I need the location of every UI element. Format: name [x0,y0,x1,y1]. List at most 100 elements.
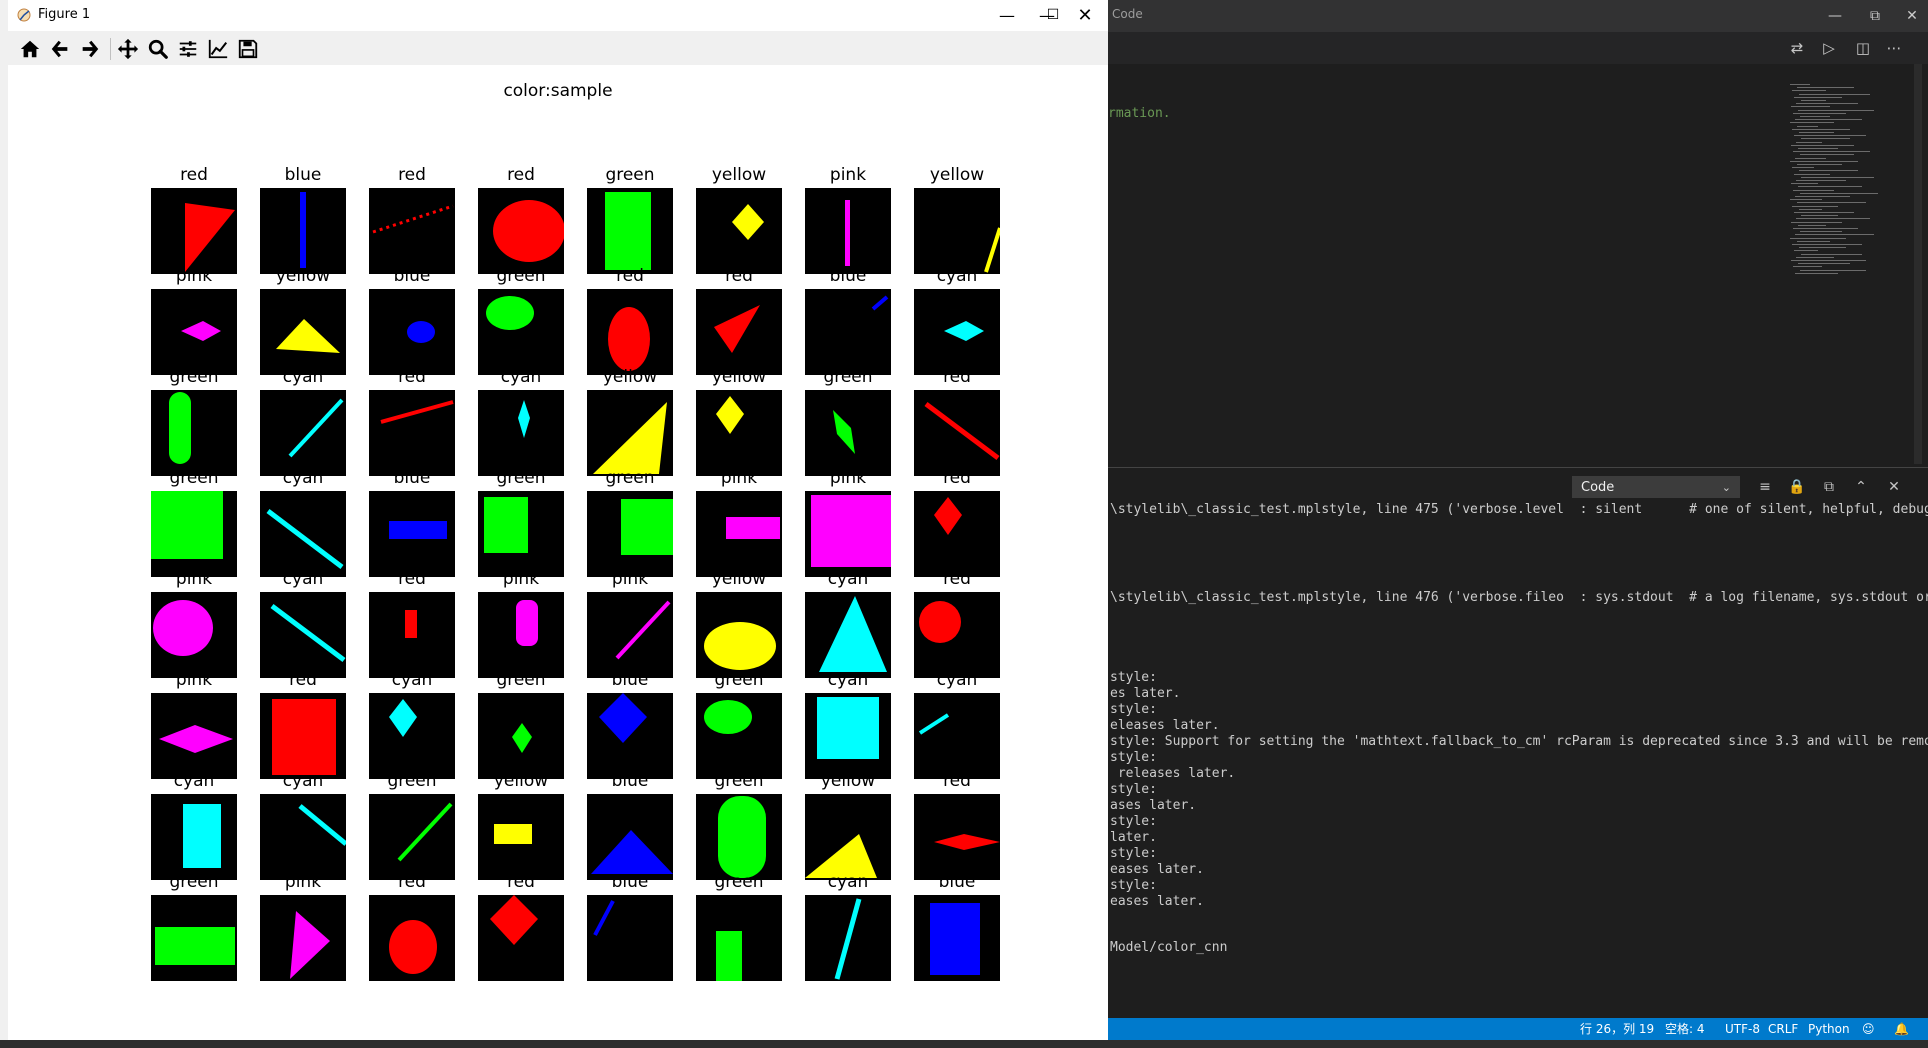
sample-label: red [398,569,426,589]
sample-label: green [823,367,873,387]
sample-label: pink [284,872,322,892]
output-line: Model/color_cnn [1110,940,1228,955]
figure-canvas[interactable]: color:sample red blue red red green yellow pin… [8,65,1108,1040]
sample-label: blue [284,165,322,185]
edit-axes-icon[interactable] [204,36,232,62]
sample-image-diag-long [805,895,891,981]
output-line: style: [1110,782,1157,797]
sample-label: yellow [602,367,658,387]
sample-label: cyan [827,872,869,892]
figure-window-title: Figure 1 [38,7,91,22]
sample-label: green [714,872,764,892]
sample-image-tiny-rect [369,592,455,678]
forward-icon[interactable] [76,36,104,62]
sample-label: blue [611,670,649,690]
status-encoding[interactable]: UTF-8 [1725,1020,1760,1038]
output-line: style: Support for setting the 'mathtext… [1110,734,1928,749]
sample-label: cyan [500,367,542,387]
output-line: style: [1110,670,1157,685]
sample-label: yellow [711,569,767,589]
sample-label: red [289,670,317,690]
home-icon[interactable] [16,36,44,62]
sample-label: pink [175,670,213,690]
status-language[interactable]: Python [1808,1020,1850,1038]
sample-image-diamond-big [478,895,564,981]
sample-image-diamond-small [478,693,564,779]
output-line: eases later. [1110,862,1204,877]
sample-label: pink [502,569,540,589]
save-icon[interactable] [234,36,262,62]
sample-image-diag-line [369,794,455,880]
sample-label: yellow [493,771,549,791]
sample-image-vline-thin [805,188,891,274]
sample-label: cyan [827,569,869,589]
output-line: eases later. [1110,894,1204,909]
sample-image-oval-wide [696,693,782,779]
figure-minimize-icon[interactable]: — [984,0,1030,31]
sample-label: green [169,367,219,387]
sample-label: cyan [827,670,869,690]
sample-label: pink [829,468,867,488]
sample-label: pink [720,468,758,488]
sample-label: red [398,872,426,892]
sample-label: yellow [929,165,985,185]
output-line: \stylelib\_classic_test.mplstyle, line 4… [1110,590,1928,605]
configure-subplots-icon[interactable] [174,36,202,62]
feedback-icon[interactable]: ☺ [1862,1020,1875,1038]
sample-image-triangle-slim [696,289,782,375]
output-line: eleases later. [1110,718,1220,733]
sample-image-triangle-flat [260,289,346,375]
sample-image-small-rect [478,794,564,880]
sample-label: green [496,670,546,690]
sample-label: blue [393,266,431,286]
sample-image-rect-med [478,491,564,577]
sample-label: green [605,165,655,185]
back-icon[interactable] [46,36,74,62]
sample-image-bar-h [369,491,455,577]
status-cursor-position[interactable]: 行 26，列 19 [1580,1020,1654,1038]
sample-image-capsule-big [696,794,782,880]
zoom-icon[interactable] [144,36,172,62]
sample-image-slope-line [369,390,455,476]
sample-label: cyan [282,468,324,488]
notifications-icon[interactable]: 🔔 [1894,1020,1909,1038]
sample-label: cyan [282,771,324,791]
sample-image-square-big [151,491,237,577]
sample-label: blue [611,771,649,791]
output-line: ases later. [1110,798,1197,813]
sample-image-short-line [805,289,891,375]
sample-image-circle-big [151,592,237,678]
sample-label: pink [175,569,213,589]
sample-image-diamond-big [587,693,673,779]
sample-label: green [605,468,655,488]
output-line: later. [1110,830,1157,845]
sample-image-square-right [587,491,673,577]
status-eol[interactable]: CRLF [1768,1020,1798,1038]
taskbar-edge [0,1040,1928,1048]
sample-image-circle-mid [369,895,455,981]
sample-label: yellow [711,367,767,387]
sample-label: red [507,165,535,185]
sample-image-diag-line [587,592,673,678]
sample-image-short-line-left [914,693,1000,779]
sample-image-rect-tall [587,188,673,274]
sample-label: pink [829,165,867,185]
output-line: style: [1110,814,1157,829]
sample-label: cyan [173,771,215,791]
sample-image-triangle-low [805,794,891,880]
sample-image-edge-line [914,188,1000,274]
sample-label: red [180,165,208,185]
output-line: \stylelib\_classic_test.mplstyle, line 4… [1110,502,1928,517]
sample-label: green [169,468,219,488]
sample-label: red [398,367,426,387]
sample-label: red [943,569,971,589]
sample-label: green [387,771,437,791]
status-indentation[interactable]: 空格: 4 [1665,1020,1705,1038]
output-line: style: [1110,878,1157,893]
pan-icon[interactable] [114,36,142,62]
sample-image-diamond-tall [914,491,1000,577]
figure-close-icon[interactable]: ✕ [1062,0,1108,31]
sample-image-rect-wide [151,895,237,981]
sample-image-dotline [369,188,455,274]
sample-label: cyan [282,569,324,589]
